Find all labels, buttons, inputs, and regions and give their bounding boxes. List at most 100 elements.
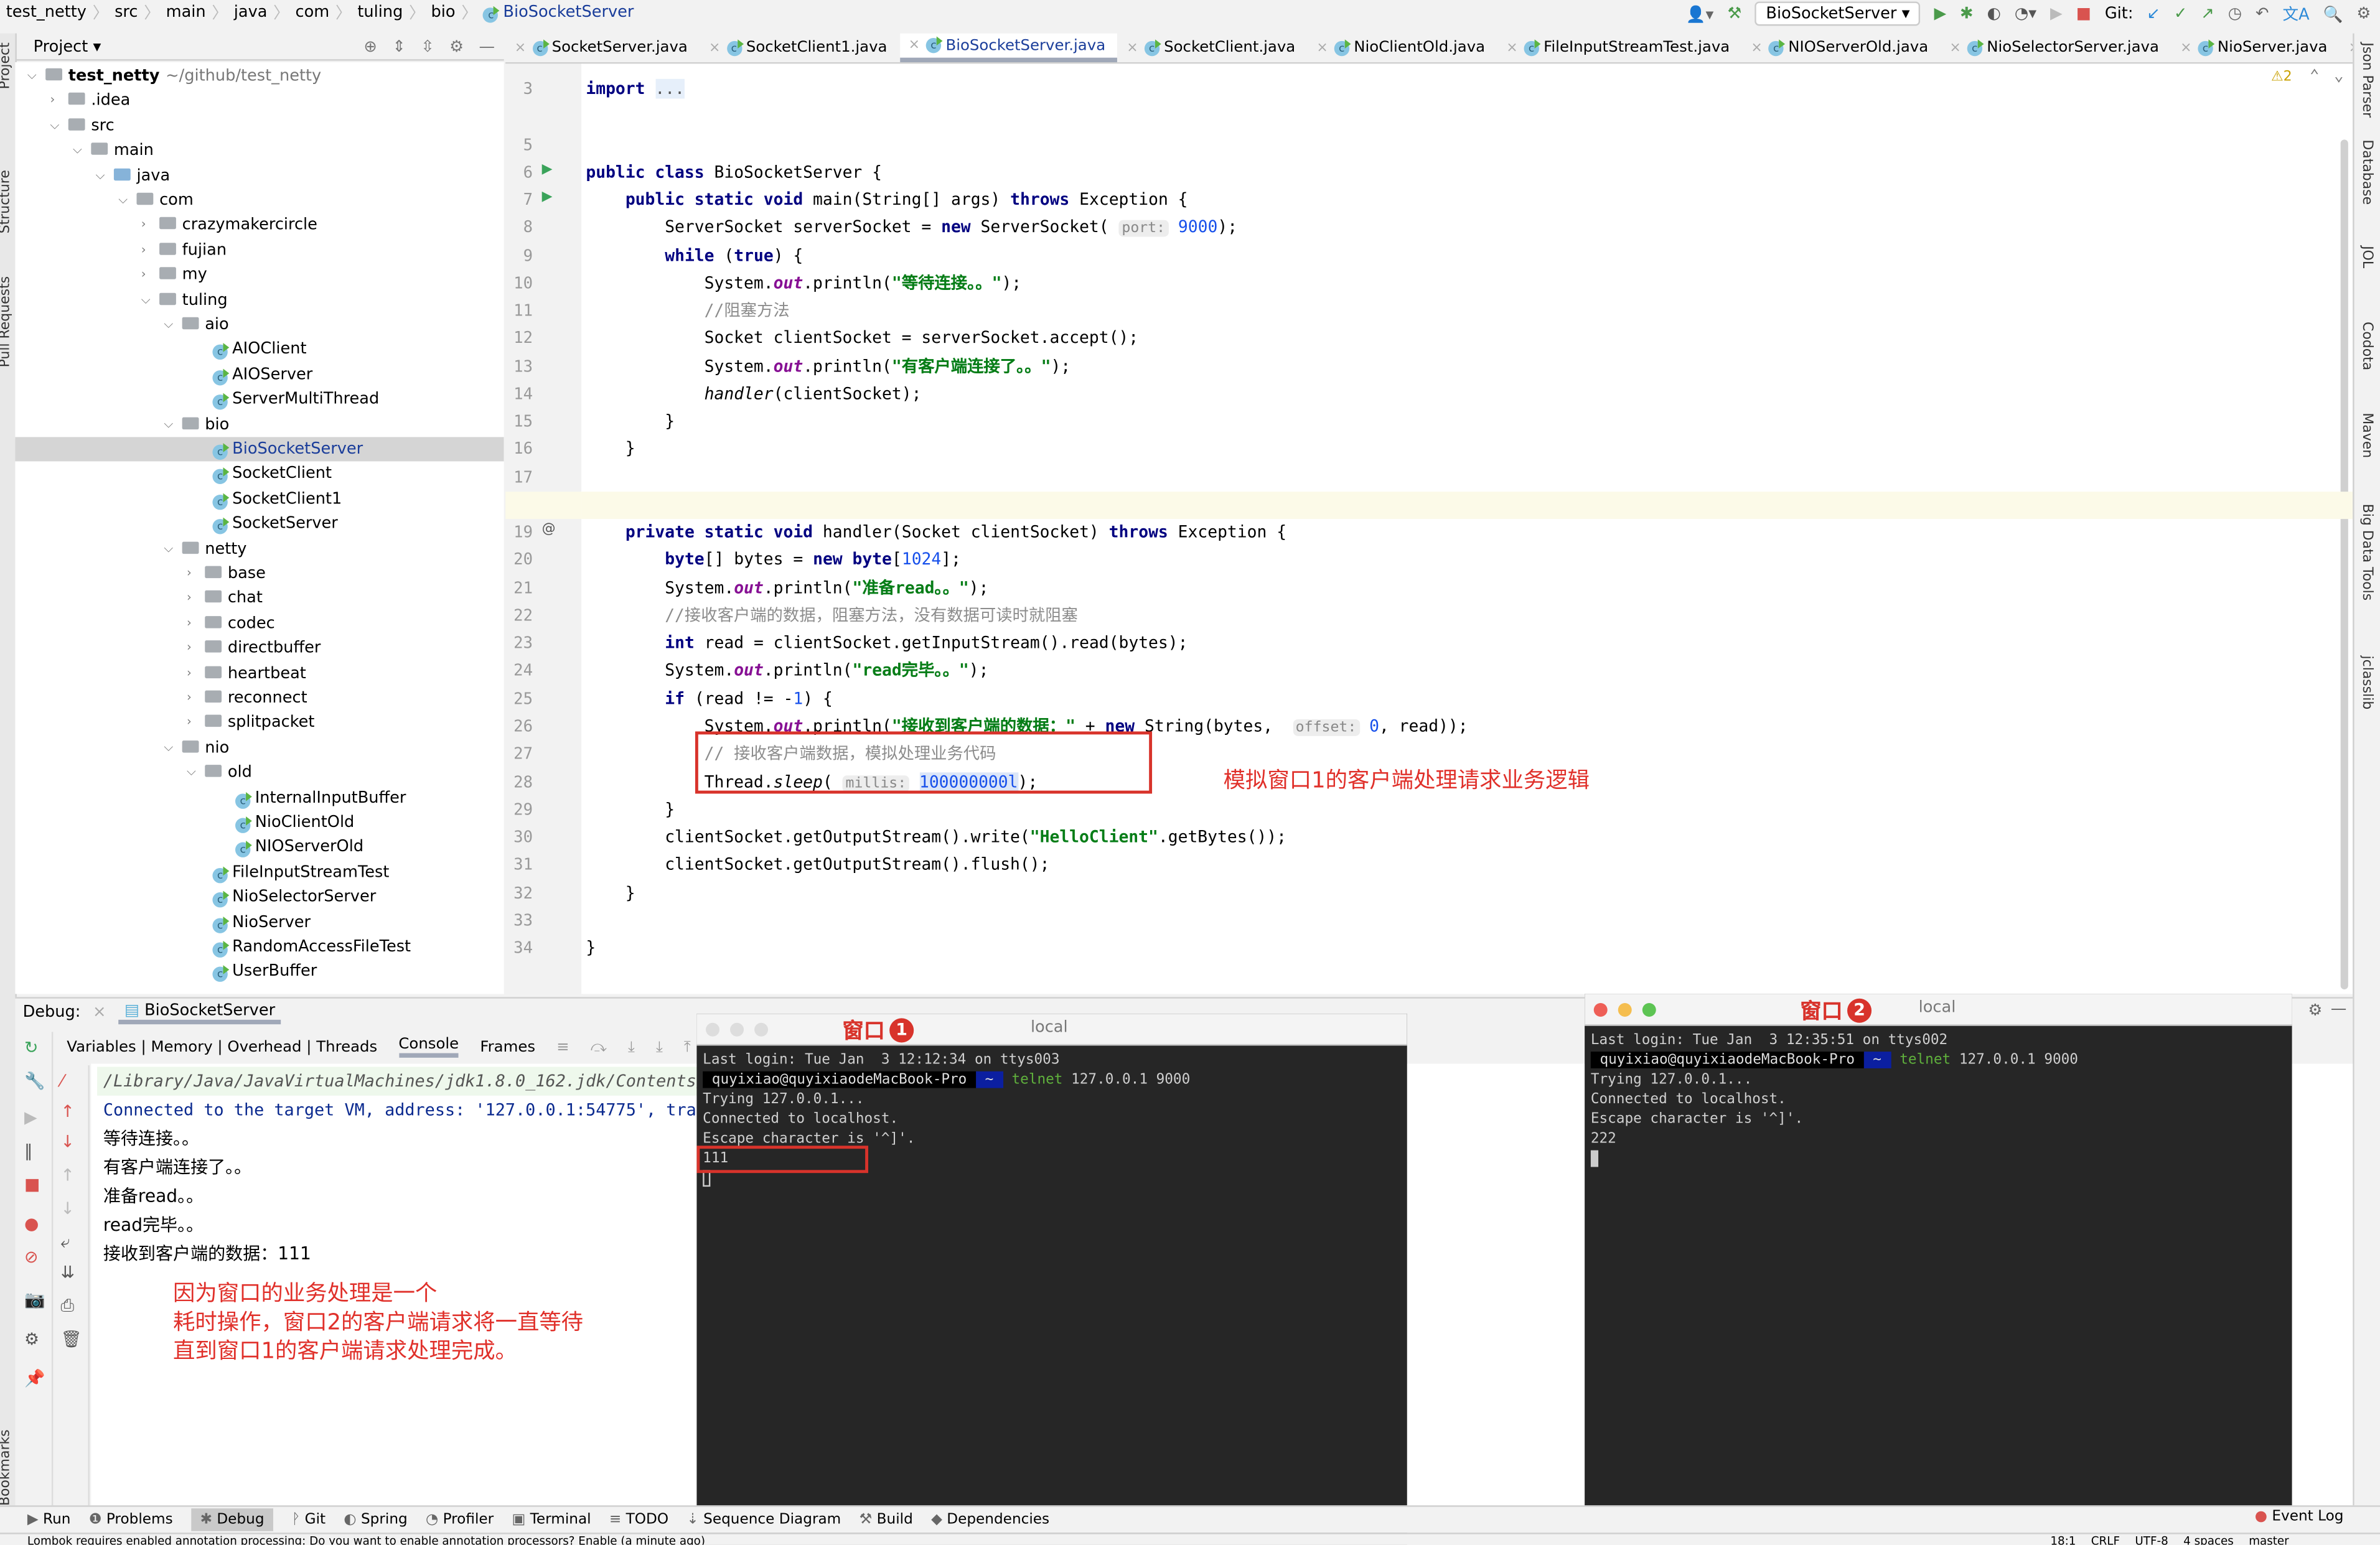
step-into-icon[interactable]: ⤓ xyxy=(628,1039,635,1055)
breadcrumb-item[interactable]: com xyxy=(296,3,330,21)
chevron-down-icon[interactable]: ⌵ xyxy=(164,412,173,437)
tree-item[interactable]: › reconnect xyxy=(15,686,504,711)
close-session-icon[interactable]: × xyxy=(93,1003,106,1021)
tree-item[interactable]: ⌵ netty xyxy=(15,536,504,561)
project-dropdown[interactable]: Project ▾ xyxy=(34,37,101,55)
tool-window-git[interactable]: ᚹ Git xyxy=(291,1511,326,1528)
chevron-down-icon[interactable]: ⌵ xyxy=(73,138,82,163)
debug-tab-console[interactable]: Console xyxy=(398,1037,459,1058)
tree-item[interactable]: c AIOServer xyxy=(15,362,504,387)
tree-item[interactable]: › directbuffer xyxy=(15,636,504,661)
tree-item[interactable]: ⌵ old xyxy=(15,760,504,785)
tool-window-todo[interactable]: ≡ TODO xyxy=(609,1511,668,1528)
tree-item[interactable]: c SocketClient xyxy=(15,462,504,487)
zoom-window-button[interactable] xyxy=(1642,1003,1656,1017)
chevron-down-icon[interactable]: ⌵ xyxy=(96,163,105,188)
file-encoding[interactable]: UTF-8 xyxy=(2135,1534,2168,1545)
tab-nioserver-java[interactable]: × c NioServer.java xyxy=(2171,34,2340,62)
close-tab-icon[interactable]: × xyxy=(2180,40,2191,55)
tree-item[interactable]: c SocketServer xyxy=(15,511,504,536)
tab-socketserver-java[interactable]: × c SocketServer.java xyxy=(505,34,700,62)
tab-random-[interactable]: ×cRandom/ xyxy=(2340,34,2353,62)
tree-item[interactable]: c NIOServerOld xyxy=(15,835,504,860)
resume-icon[interactable]: ▶ xyxy=(24,1108,37,1127)
clear-icon[interactable]: ⁄ xyxy=(61,1071,63,1091)
tree-item[interactable]: ⌵ aio xyxy=(15,312,504,337)
chevron-right-icon[interactable]: › xyxy=(187,711,192,735)
camera-icon[interactable]: 📷 xyxy=(24,1290,45,1310)
tree-item[interactable]: ⌵ nio xyxy=(15,735,504,760)
status-message[interactable]: Lombok requires enabled annotation proce… xyxy=(27,1534,705,1545)
trash-icon[interactable]: 🗑 xyxy=(61,1329,82,1349)
tree-item[interactable]: c AIOClient xyxy=(15,337,504,362)
tree-item[interactable]: › my xyxy=(15,263,504,287)
chevron-right-icon[interactable]: › xyxy=(141,213,146,238)
terminal-window-2[interactable]: 窗口 2 local Last login: Tue Jan 3 12:35:51 o… xyxy=(1585,994,2292,1525)
close-window-button[interactable] xyxy=(706,1022,719,1037)
mute-breakpoints-icon[interactable]: ⊘ xyxy=(24,1248,38,1267)
tree-item[interactable]: c RandomAccessFileTest xyxy=(15,935,504,959)
breadcrumb-item[interactable]: java xyxy=(234,3,268,21)
right-strip-database[interactable]: Database xyxy=(2359,139,2374,205)
gear-icon[interactable]: ⚙ xyxy=(449,37,464,55)
tool-window-profiler[interactable]: ◔ Profiler xyxy=(426,1511,494,1528)
tree-item[interactable]: › codec xyxy=(15,611,504,636)
locate-icon[interactable]: ⊕ xyxy=(363,37,377,55)
event-log-button[interactable]: ● Event Log xyxy=(2255,1508,2344,1525)
build-hammer-icon[interactable]: ⚒ xyxy=(1727,4,1741,22)
breadcrumb-item[interactable]: test_netty xyxy=(6,3,87,21)
down-icon[interactable]: ↓ xyxy=(61,1132,75,1152)
tree-item[interactable]: › chat xyxy=(15,586,504,611)
tool-window-build[interactable]: ⚒ Build xyxy=(860,1511,913,1528)
chevron-down-icon[interactable]: ⌵ xyxy=(118,188,128,213)
chevron-right-icon[interactable]: › xyxy=(187,611,192,636)
debug-settings-icon[interactable]: ⚙ xyxy=(2308,1002,2322,1020)
settings-icon[interactable]: ⚙ xyxy=(24,1329,39,1349)
tree-item[interactable]: c UserBuffer xyxy=(15,959,504,984)
chevron-right-icon[interactable]: › xyxy=(187,586,192,611)
left-strip-bookmarks[interactable]: Bookmarks xyxy=(0,1429,14,1506)
rollback-icon[interactable]: ↶ xyxy=(2256,4,2269,22)
right-strip-json-parser[interactable]: Json Parser xyxy=(2359,42,2374,118)
debug-tab-variables[interactable]: Variables | Memory | Overhead | Threads xyxy=(67,1039,377,1055)
tab-socketclient1-java[interactable]: × c SocketClient1.java xyxy=(700,34,899,62)
right-strip-maven[interactable]: Maven xyxy=(2359,413,2374,458)
right-strip-big-data-tools[interactable]: Big Data Tools xyxy=(2359,504,2374,601)
chevron-down-icon[interactable]: ⌵ xyxy=(164,536,173,561)
run-gutter-icon[interactable]: ▶ xyxy=(542,190,553,205)
breadcrumb-item[interactable]: src xyxy=(115,3,138,21)
pin-icon[interactable]: 📌 xyxy=(24,1369,45,1389)
chevron-down-icon[interactable]: ⌵ xyxy=(27,63,37,88)
breadcrumb-item[interactable]: bio xyxy=(431,3,456,21)
terminal-titlebar[interactable]: 窗口 1 local xyxy=(696,1014,1407,1046)
zoom-window-button[interactable] xyxy=(754,1022,769,1037)
right-strip-jclasslib[interactable]: jclasslib xyxy=(2359,656,2374,710)
left-strip-structure[interactable]: Structure xyxy=(0,170,14,233)
tool-window-sequence-diagram[interactable]: ⇣ Sequence Diagram xyxy=(686,1511,841,1528)
git-push-icon[interactable]: ↗ xyxy=(2201,4,2214,22)
tab-biosocketserver-java[interactable]: × c BioSocketServer.java xyxy=(899,33,1118,62)
tree-item[interactable]: c NioServer xyxy=(15,910,504,935)
chevron-right-icon[interactable]: › xyxy=(187,636,192,661)
tool-window-dependencies[interactable]: ◆ Dependencies xyxy=(931,1511,1049,1528)
tool-window-terminal[interactable]: ▣ Terminal xyxy=(512,1511,591,1528)
run-icon[interactable]: ▶ xyxy=(1934,4,1946,22)
tree-item[interactable]: ⌵ com xyxy=(15,188,504,213)
minimize-window-button[interactable] xyxy=(730,1022,744,1037)
chevron-down-icon[interactable]: ⌵ xyxy=(141,287,151,312)
up-gray-icon[interactable]: ↑ xyxy=(61,1165,75,1185)
tool-window-spring[interactable]: ◐ Spring xyxy=(344,1511,407,1528)
tree-item[interactable]: c BioSocketServer xyxy=(15,437,504,462)
coverage-icon[interactable]: ◐ xyxy=(1987,4,2001,22)
hide-icon[interactable]: — xyxy=(479,37,495,55)
code-editor[interactable]: ⚠2 ⌃ ⌄ import ... public class BioSocketS… xyxy=(581,63,2353,994)
scroll-end-icon[interactable]: ⇊ xyxy=(61,1263,75,1282)
tree-item[interactable]: ⌵ src xyxy=(15,113,504,138)
git-branch[interactable]: master xyxy=(2249,1534,2289,1545)
expand-all-icon[interactable]: ⇕ xyxy=(392,37,405,55)
tab-nioserverold-java[interactable]: × c NIOServerOld.java xyxy=(1742,34,1941,62)
run-config-dropdown[interactable]: BioSocketServer ▾ xyxy=(1755,1,1921,26)
soft-wrap-icon[interactable]: ⤶ xyxy=(61,1232,70,1253)
tree-item[interactable]: › base xyxy=(15,561,504,586)
tree-item[interactable]: ⌵ tuling xyxy=(15,287,504,312)
